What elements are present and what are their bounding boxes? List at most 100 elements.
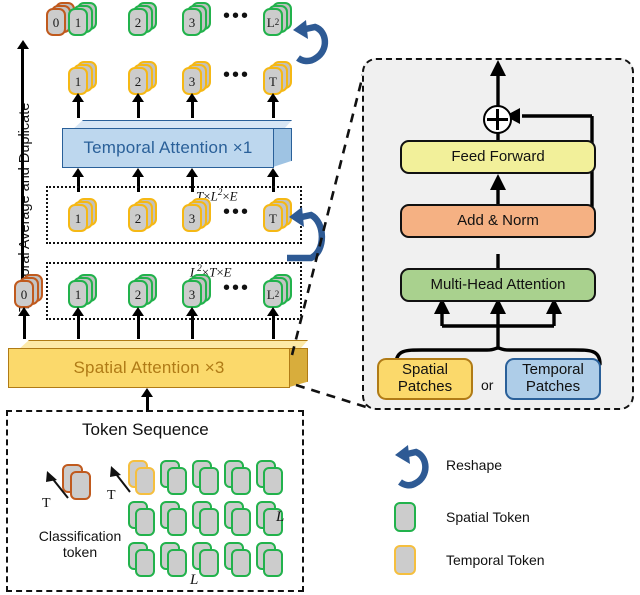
spatial-classification-token: 0 [14,274,44,308]
spatial-attention-label: Spatial Attention ×3 [8,348,290,388]
temporal-input-token-1: 1 [68,198,98,232]
spatial-patches-box[interactable]: Spatial Patches [377,358,473,400]
arrow-head [267,93,279,102]
arrow-head [186,93,198,102]
arrow-head [141,388,153,397]
token-sequence-title: Token Sequence [82,420,209,439]
arrow-head [186,168,198,177]
token-label: 2 [134,210,142,226]
grid-bottom-label: L [190,572,199,588]
legend-label-reshape: Reshape [446,457,503,473]
token-label: 3 [188,210,196,226]
spatial-patches-line-1: Spatial [402,361,448,379]
arrow-head [72,168,84,177]
token-grid-cell [135,549,155,577]
token-label: 1 [74,286,82,302]
reshape-arrow-icon-legend [395,445,429,489]
caption-line-1: Classification [38,528,122,544]
temporal-input-token-2: 2 [128,198,158,232]
token-grid-cell [231,549,251,577]
classification-token-caption: Classification token [30,528,130,560]
token-label: T [269,73,277,89]
spatial-token-icon [394,502,416,532]
spatial-output-token-2: 2 [128,274,158,308]
temporal-average-arrow-head [16,40,29,49]
temporal-average-arrow-shaft [21,48,25,298]
output-spatial-token-2: 2 [128,2,158,36]
temporal-output-token-1: 1 [68,61,98,95]
or-label: or [481,377,494,393]
arrow-head [267,307,279,316]
output-spatial-token-3: 3 [182,2,212,36]
token-label-text: L [266,14,275,30]
spatial-output-row-ellipsis: ••• [223,277,251,299]
cls-depth-label: T [42,496,51,511]
token-label: L2 [266,14,280,30]
arrow-shaft [76,100,80,118]
arrow-head [72,307,84,316]
temporal-attention-label: Temporal Attention ×1 [62,128,274,168]
arrow-shaft [271,315,275,339]
temporal-output-row-ellipsis: ••• [223,64,251,86]
temporal-token-icon [394,545,416,575]
token-label: 2 [134,286,142,302]
arrow-shaft [136,100,140,118]
spatial-attention-block[interactable]: Spatial Attention ×3 [8,340,308,388]
grid-depth-label: T [107,488,116,503]
token-grid-cell [263,549,283,577]
token-label: T [269,210,277,226]
token-grid-cell [167,467,187,495]
spatial-output-token-last: L2 [263,274,293,308]
token-label: 0 [20,286,28,302]
arrow-head [132,93,144,102]
spatial-patches-line-2: Patches [397,378,453,395]
token-grid-cell [199,549,219,577]
add-norm-box[interactable]: Add & Norm [400,204,596,238]
arrow-shaft [190,315,194,339]
temporal-patches-line-2: Patches [525,378,581,395]
temporal-output-token-2: 2 [128,61,158,95]
token-grid-cell [167,508,187,536]
figure-root: Temporal Average and Duplicate 0 1 2 3 •… [0,0,640,595]
arrow-head [72,93,84,102]
temporal-output-token-3: 3 [182,61,212,95]
token-grid-cell [231,508,251,536]
token-label: 3 [188,14,196,30]
token-grid-cell [263,467,283,495]
residual-add-icon [483,105,512,134]
temporal-patches-box[interactable]: Temporal Patches [505,358,601,400]
arrow-shaft [190,100,194,118]
token-label: 0 [52,14,60,30]
legend-label-spatial-token: Spatial Token [446,509,530,525]
multi-head-attention-box[interactable]: Multi-Head Attention [400,268,596,302]
arrow-head [267,168,279,177]
token-grid-cell [199,508,219,536]
arrow-head [186,307,198,316]
token-label: 1 [74,14,82,30]
token-grid-cell [135,467,155,495]
arrow-head [18,307,30,316]
arrow-head [132,307,144,316]
token-label: 3 [188,73,196,89]
output-spatial-token-1: 1 [68,2,98,36]
arrow-head [132,168,144,177]
spatial-output-token-1: 1 [68,274,98,308]
token-label: 3 [188,286,196,302]
token-grid-cell [199,467,219,495]
arrow-shaft [76,315,80,339]
arrow-shaft [271,100,275,118]
temporal-output-token-last: T [263,61,293,95]
feed-forward-box[interactable]: Feed Forward [400,140,596,174]
token-grid-cell [167,549,187,577]
output-row-ellipsis: ••• [223,5,251,27]
legend-label-temporal-token: Temporal Token [446,552,545,568]
token-label: 2 [134,73,142,89]
arrow-shaft [22,315,26,339]
temporal-attention-block[interactable]: Temporal Attention ×1 [62,120,292,168]
spatial-output-token-3: 3 [182,274,212,308]
token-label: 2 [134,14,142,30]
caption-line-2: token [62,544,98,561]
token-label: 1 [74,210,82,226]
temporal-patches-line-1: Temporal [522,361,584,379]
token-label-text: L [266,286,275,302]
